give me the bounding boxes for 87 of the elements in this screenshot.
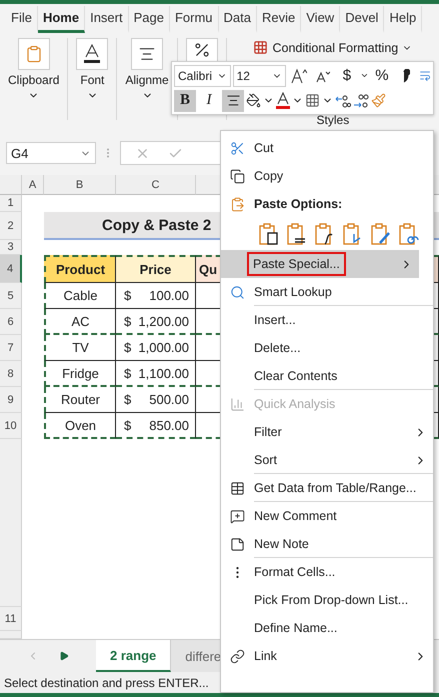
header-cell: Product xyxy=(44,255,116,283)
decrease-decimal-icon[interactable] xyxy=(353,92,369,108)
table-cell: Oven xyxy=(44,413,116,439)
row-header[interactable]: 4 xyxy=(0,255,22,283)
sheet-tab[interactable]: 2 range xyxy=(96,640,172,672)
row-header[interactable]: 11 xyxy=(0,607,22,631)
column-header[interactable]: A xyxy=(22,175,44,195)
table-icon xyxy=(230,480,245,496)
ribbon-tab[interactable]: Formu xyxy=(170,6,219,32)
table-cell: Router xyxy=(44,387,116,413)
link-icon xyxy=(230,648,245,664)
ribbon-tab[interactable]: File xyxy=(6,6,38,32)
italic-button[interactable]: I xyxy=(198,90,220,112)
clipboard-icon[interactable] xyxy=(258,222,280,246)
menu-item[interactable]: Define Name... xyxy=(221,614,433,642)
table-cell: $ 1,200.00 xyxy=(116,309,196,335)
row-header[interactable]: 3 xyxy=(0,240,22,255)
table-cell: AC xyxy=(44,309,116,335)
row-header[interactable]: 9 xyxy=(0,387,22,413)
table-cell: $ 1,100.00 xyxy=(116,361,196,387)
align-center-icon xyxy=(226,93,240,108)
size-select[interactable]: 12 xyxy=(232,64,286,86)
menu-item[interactable]: Delete... xyxy=(221,334,433,362)
row-header[interactable]: 2 xyxy=(0,212,22,240)
menu-item[interactable]: Cut xyxy=(221,134,433,162)
clipboard-icon[interactable] xyxy=(398,222,420,246)
row-header[interactable]: 8 xyxy=(0,361,22,387)
table-cell: $ 500.00 xyxy=(116,387,196,413)
ribbon-tab[interactable]: Devel xyxy=(340,6,384,32)
row-header[interactable]: 1 xyxy=(0,195,22,212)
fill-color-icon[interactable] xyxy=(246,93,261,108)
table-icon xyxy=(253,40,268,55)
group-label: Styles xyxy=(316,113,350,127)
align-center-button[interactable] xyxy=(222,90,244,112)
header-cell: Price xyxy=(116,255,196,283)
clipboard-icon[interactable] xyxy=(370,222,392,246)
percent-button[interactable]: % xyxy=(370,64,393,86)
group-label[interactable]: Clipboard xyxy=(8,73,60,87)
increase-decimal-icon[interactable] xyxy=(335,92,351,108)
ribbon-button[interactable] xyxy=(186,38,218,62)
currency-button[interactable]: $ xyxy=(336,64,358,86)
bold-button[interactable]: B xyxy=(174,90,196,112)
table-cell: TV xyxy=(44,335,116,361)
group-label[interactable]: Alignme xyxy=(125,73,169,87)
search-icon xyxy=(230,284,245,300)
scroll-right-icon[interactable] xyxy=(59,651,69,661)
menu-item[interactable]: Paste Special... xyxy=(221,250,419,278)
borders-icon[interactable] xyxy=(305,93,320,108)
name-box[interactable]: G4 xyxy=(6,142,96,164)
note-icon xyxy=(230,536,245,552)
scissors-icon xyxy=(230,140,245,156)
ribbon-tab[interactable]: Insert xyxy=(85,6,129,32)
conditional-formatting-button[interactable]: Conditional Formatting xyxy=(253,40,412,55)
clipboard-icon xyxy=(230,196,245,212)
row-header[interactable]: 7 xyxy=(0,335,22,361)
ribbon-tab[interactable]: Data xyxy=(218,6,257,32)
menu-item[interactable]: Filter xyxy=(221,418,433,446)
menu-item[interactable]: Copy xyxy=(221,162,433,190)
column-header[interactable]: C xyxy=(116,175,196,195)
ribbon-tab[interactable]: Help xyxy=(384,6,422,32)
copy-icon xyxy=(230,168,245,184)
ribbon-tab[interactable]: Revie xyxy=(257,6,302,32)
comment-icon xyxy=(230,508,245,524)
menu-item[interactable]: Insert... xyxy=(221,306,433,334)
row-header[interactable]: 5 xyxy=(0,283,22,309)
row-header[interactable]: 10 xyxy=(0,413,22,439)
table-cell: $ 1,000.00 xyxy=(116,335,196,361)
row-header[interactable]: 6 xyxy=(0,309,22,335)
font-color-icon[interactable] xyxy=(276,92,290,109)
table-cell: Cable xyxy=(44,283,116,309)
font-select[interactable]: Calibri xyxy=(174,64,231,86)
menu-item[interactable]: New Comment xyxy=(221,502,433,530)
chart-icon xyxy=(230,396,245,412)
font-icon xyxy=(83,44,102,64)
percent-icon xyxy=(192,41,211,59)
clipboard-icon[interactable] xyxy=(286,222,308,246)
table-cell: $ 100.00 xyxy=(116,283,196,309)
menu-item[interactable]: Pick From Drop-down List... xyxy=(221,586,433,614)
ribbon-tab[interactable]: View xyxy=(301,6,340,32)
ribbon-tab[interactable]: Page xyxy=(128,6,170,32)
table-cell: Fridge xyxy=(44,361,116,387)
table-cell: $ 850.00 xyxy=(116,413,196,439)
menu-item[interactable]: Format Cells... xyxy=(221,558,433,586)
clipboard-icon xyxy=(24,45,43,63)
group-label[interactable]: Font xyxy=(80,73,104,87)
ribbon-button[interactable] xyxy=(76,38,108,70)
column-header[interactable]: B xyxy=(44,175,116,195)
